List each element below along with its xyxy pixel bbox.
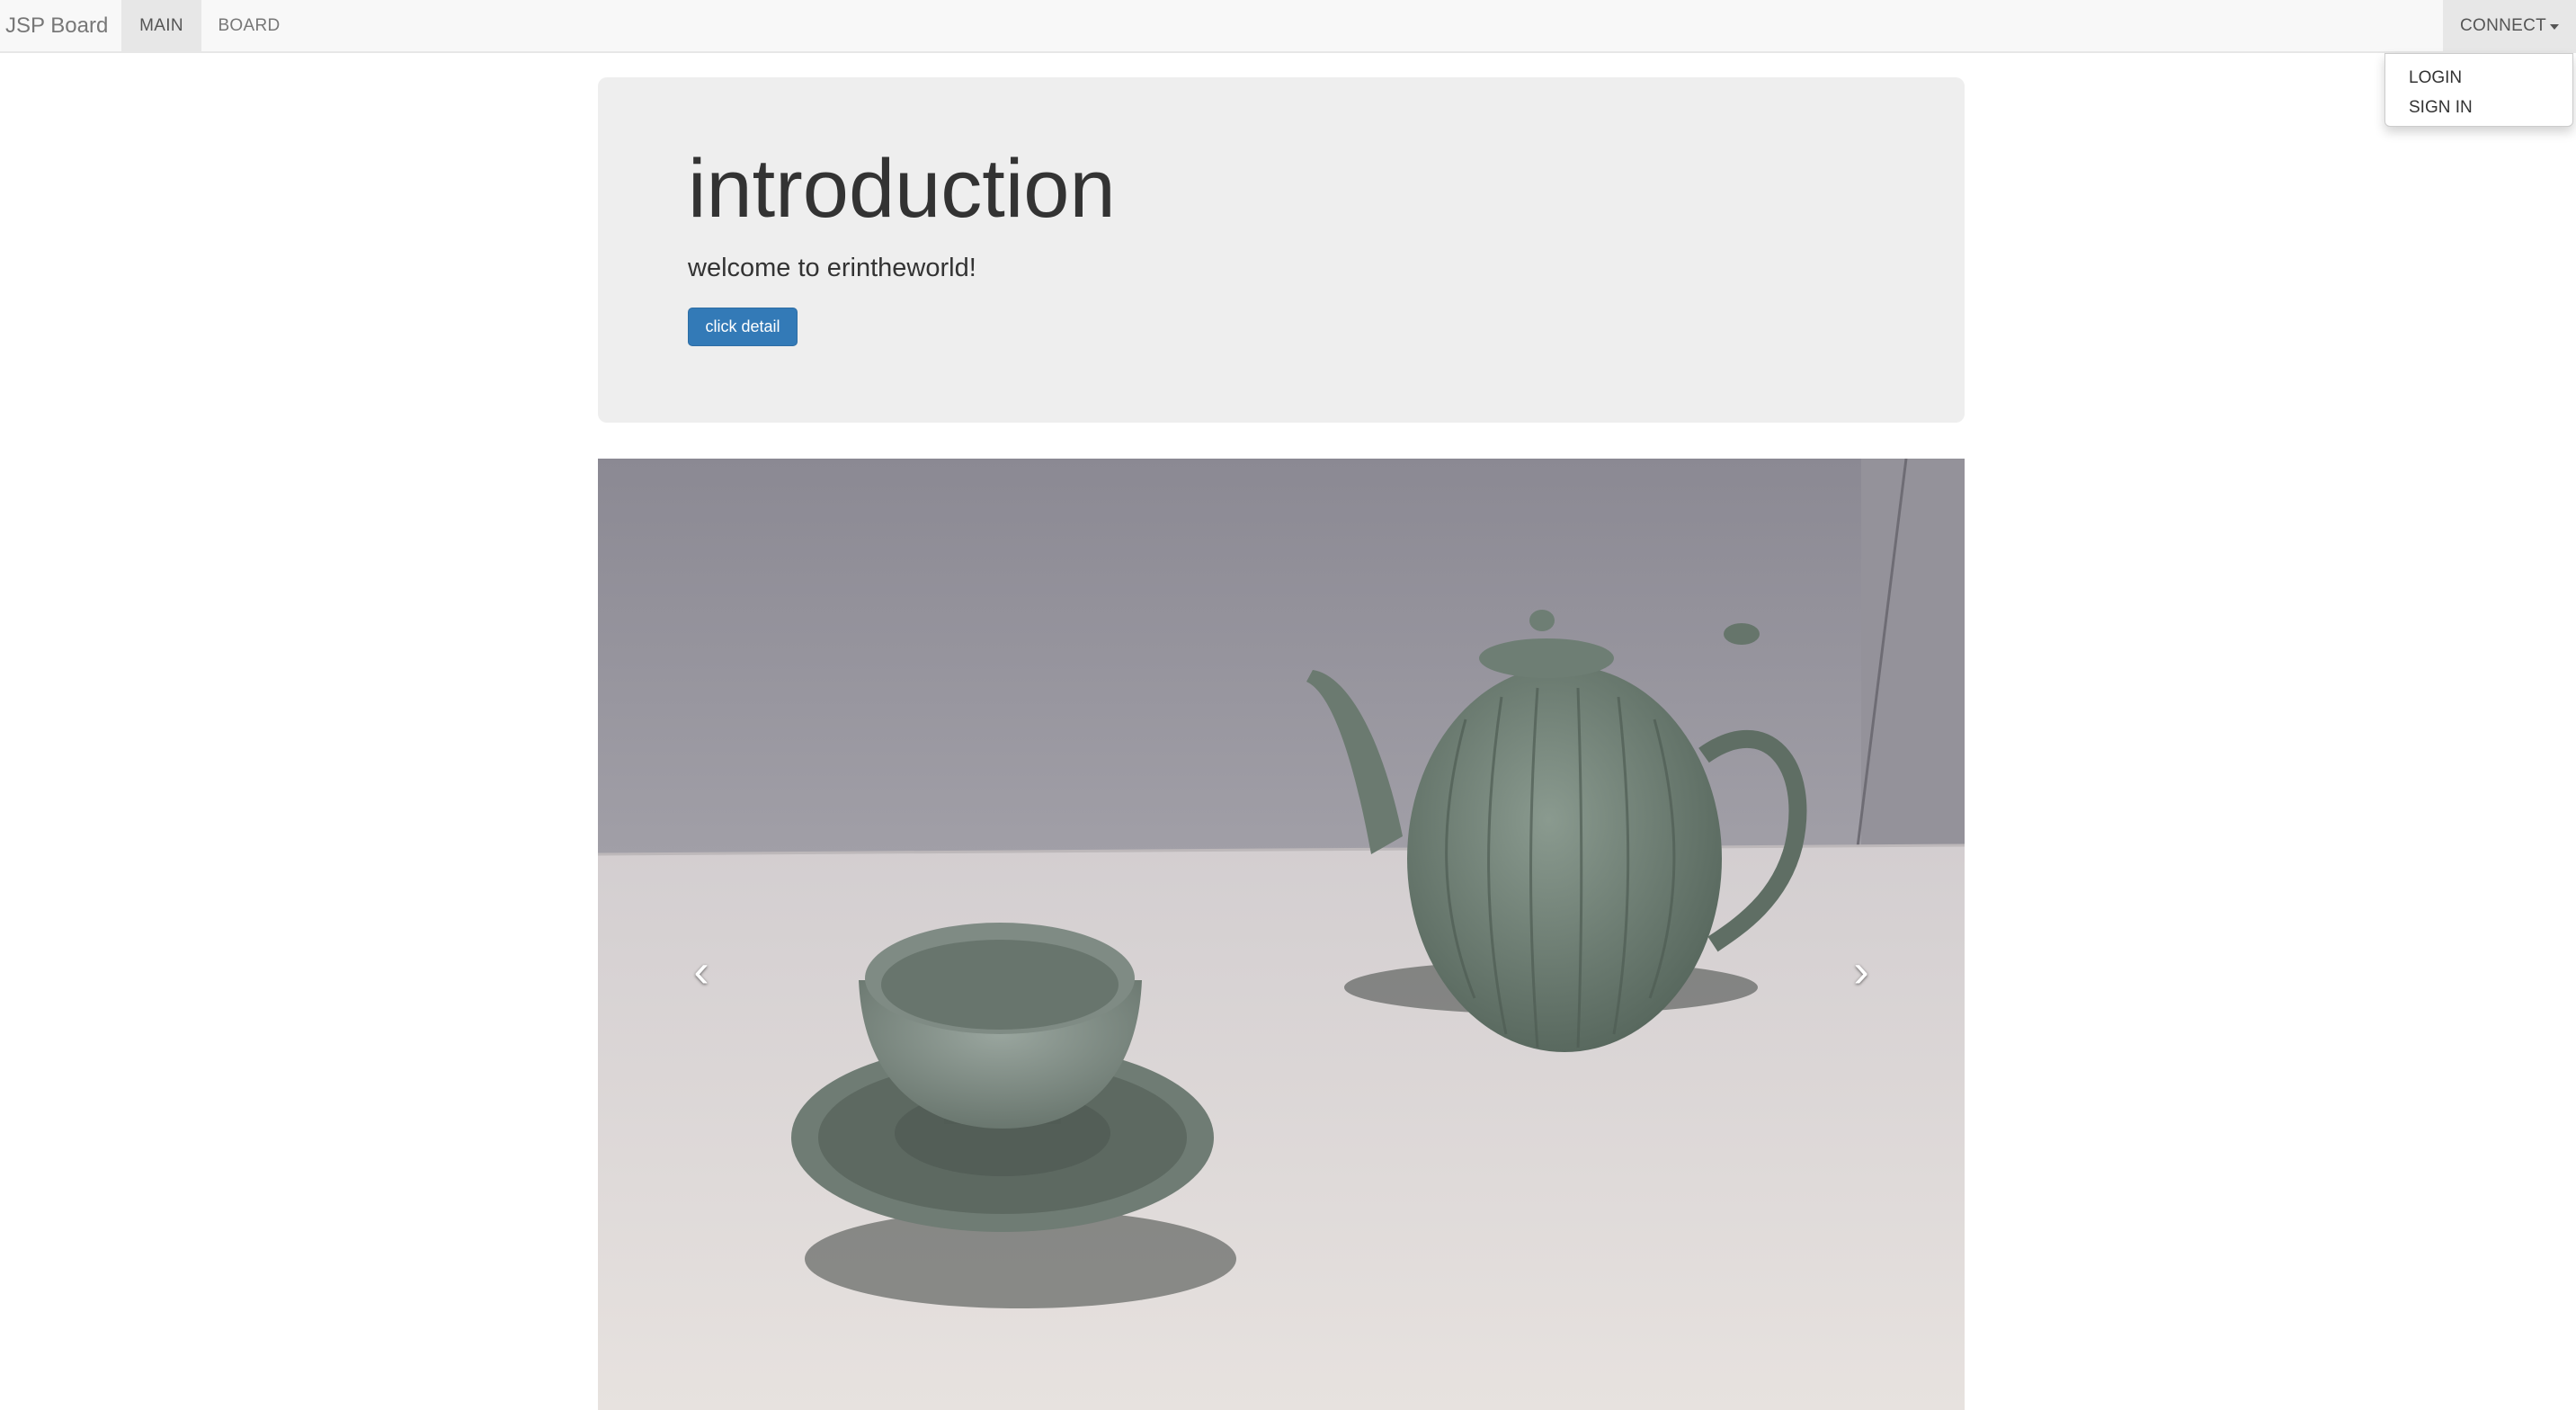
jumbotron: introduction welcome to erintheworld! cl… [598,77,1965,423]
connect-dropdown-toggle[interactable]: CONNECT [2443,0,2576,51]
click-detail-button[interactable]: click detail [688,308,798,346]
carousel-slide-image [598,459,1965,1410]
navbar: JSP Board MAIN BOARD CONNECT [0,0,2576,53]
dropdown-item-sign-in[interactable]: SIGN IN [2385,93,2572,122]
caret-down-icon [2550,23,2560,30]
connect-dropdown-menu: LOGIN SIGN IN [2384,53,2573,127]
image-carousel: ‹ › [598,459,1965,1410]
brand-link[interactable]: JSP Board [5,0,108,51]
nav-item-main[interactable]: MAIN [121,0,201,51]
dropdown-item-login[interactable]: LOGIN [2385,63,2572,93]
connect-label: CONNECT [2459,15,2547,35]
page-title: introduction [688,143,1116,235]
carousel-next-button[interactable]: › [1834,944,1888,998]
chevron-left-icon: ‹ [693,945,709,997]
nav-item-board[interactable]: BOARD [201,0,297,51]
carousel-prev-button[interactable]: ‹ [674,944,728,998]
chevron-right-icon: › [1853,945,1869,997]
page-subtitle: welcome to erintheworld! [688,254,976,282]
